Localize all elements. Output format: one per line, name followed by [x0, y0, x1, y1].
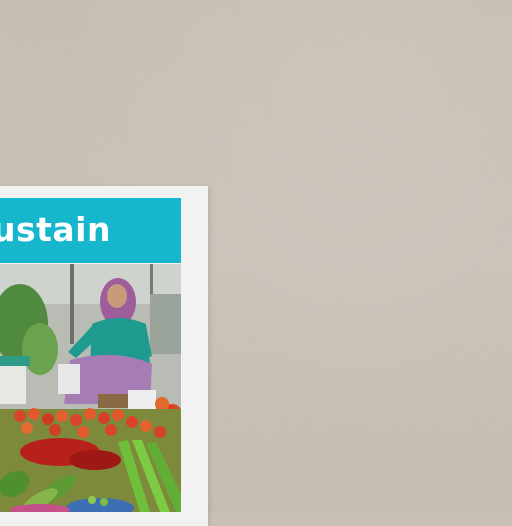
poster-title: ustain	[0, 210, 111, 249]
lime	[88, 496, 96, 504]
vendor-bag	[58, 364, 80, 394]
stall-pole	[70, 264, 74, 344]
teal-crate	[0, 356, 30, 366]
tomato	[155, 397, 169, 411]
wicker-basket	[98, 394, 128, 408]
white-crate	[0, 364, 26, 404]
stall-goods-right	[150, 294, 181, 354]
market-photo	[0, 264, 181, 512]
poster-banner: ustain	[0, 198, 181, 263]
vendor-face	[107, 284, 127, 308]
lime	[100, 498, 108, 506]
green-produce-left-2	[22, 323, 58, 375]
